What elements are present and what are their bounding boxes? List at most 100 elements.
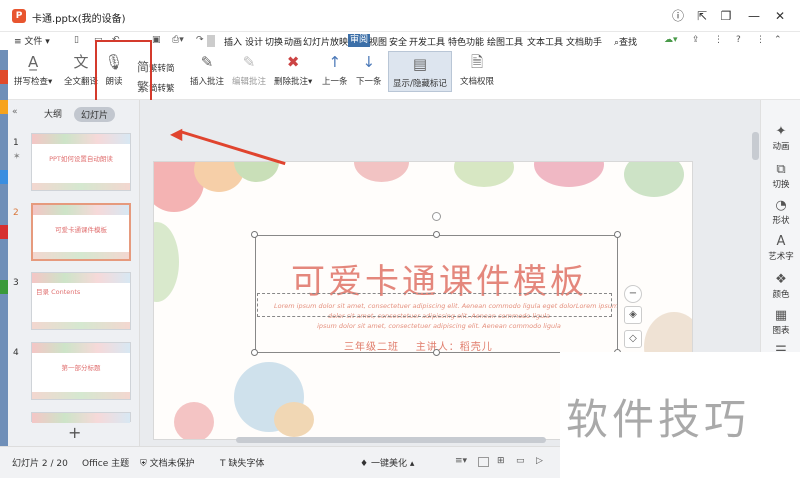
tab-doc-assistant[interactable]: 文档助手 [566,35,602,48]
wordart-icon: A [776,234,786,249]
slide-thumbnail[interactable]: PPT如何设置自动朗读 [31,133,131,191]
thumbnail-flower-border [33,252,129,259]
show-hide-markup-button[interactable]: ▤ 显示/隐藏标记 [388,51,452,92]
selected-textbox-inner[interactable] [257,293,612,317]
fill-icon[interactable]: ◇ [624,330,642,348]
collapse-panel-icon[interactable]: « [12,107,18,117]
redo-icon[interactable]: ↷ [196,35,204,45]
color-label: 颜色 [772,290,790,300]
vertical-scrollbar[interactable] [752,132,759,160]
file-menu[interactable]: ≡ 文件 ▾ [14,34,50,47]
prev-comment-button[interactable]: ↑ 上一条 [322,52,348,87]
tab-text-tools[interactable]: 文本工具 [527,35,563,48]
animation-panel-button[interactable]: ✦ 动画 [761,124,800,152]
collapse-ribbon-icon[interactable]: ⌃ [774,35,782,45]
delete-comment-button[interactable]: ✖ 删除批注▾ [274,52,312,87]
insert-comment-button[interactable]: ✎ 插入批注 [190,52,224,87]
normal-view-icon[interactable] [478,457,489,467]
slide-thumbnail[interactable]: 第一部分标题 [31,342,131,400]
edit-comment-button[interactable]: ✎ 编辑批注 [232,52,266,87]
missing-font-label: 缺失字体 [228,459,265,469]
tab-slideshow[interactable]: 幻灯片放映 [303,35,348,48]
resize-handle[interactable] [251,231,258,238]
minus-icon[interactable]: − [624,285,642,303]
options-icon[interactable]: ⋮ [756,35,765,45]
tab-insert[interactable]: 插入 [224,35,242,48]
transition-panel-button[interactable]: ⧉ 切换 [761,162,800,190]
tab-slides[interactable]: 幻灯片 [74,107,116,122]
theme-name[interactable]: Office 主题 [82,456,129,469]
markup-icon: ▤ [412,55,428,73]
tab-animation[interactable]: 动画 [284,35,302,48]
tab-features[interactable]: 特色功能 [448,35,484,48]
close-icon[interactable]: ✕ [772,8,788,24]
slide-thumbnail-panel: « 大纲 幻灯片 1 ✶ PPT如何设置自动朗读 2 可爱卡通课件模板 3 目录… [8,100,140,446]
translate-button[interactable]: 文 全文翻译 [64,52,98,87]
thumbnail-flower-border [32,273,130,283]
tab-security[interactable]: 安全 [389,35,407,48]
permission-icon: 🗎 [470,53,484,71]
restore-icon[interactable]: ❐ [718,8,734,24]
tab-transition[interactable]: 切换 [265,35,283,48]
more-icon[interactable]: ⋮ [714,35,723,45]
slide-thumbnail-partial[interactable] [31,412,131,423]
tab-drawing-tools[interactable]: 绘图工具 [487,35,523,48]
search-button[interactable]: ⌕查找 [614,35,637,48]
spellcheck-button[interactable]: A̲ 拼写检查▾ [14,52,52,87]
flower-decoration [354,162,409,182]
tab-outline[interactable]: 大纲 [44,107,62,120]
thumbnail-flower-border [32,343,130,353]
pin-icon[interactable]: ⇱ [694,8,710,24]
resize-handle[interactable] [433,231,440,238]
beautify-label: 一键美化 [370,459,407,469]
slide-sorter-icon[interactable]: ⊞ [497,456,505,466]
save-icon[interactable]: ▣ [152,35,161,45]
shape-panel-button[interactable]: ◔ 形状 [761,198,800,226]
shape-icon: ◔ [775,198,787,213]
tab-view[interactable]: 视图 [369,35,387,48]
help-icon[interactable]: ? [736,35,741,45]
insert-comment-label: 插入批注 [190,77,225,87]
cloud-sync-icon[interactable]: ☁▾ [664,35,678,45]
layers-icon[interactable]: ◈ [624,306,642,324]
wordart-panel-button[interactable]: A 艺术字 [761,234,800,262]
doc-protect-status[interactable]: ⛨ 文档未保护 [140,456,195,469]
color-panel-button[interactable]: ❖ 颜色 [761,272,800,300]
desktop-icon [0,225,8,239]
missing-font-button[interactable]: T 缺失字体 [220,456,264,469]
horizontal-scrollbar[interactable] [236,437,546,443]
slideshow-icon[interactable]: ▷ [536,456,543,466]
next-comment-button[interactable]: ↓ 下一条 [356,52,382,87]
tab-developer[interactable]: 开发工具 [409,35,445,48]
animation-icon: ✦ [775,124,787,139]
chart-panel-button[interactable]: ▦ 图表 [761,308,800,336]
beautify-icon: ♦ [360,459,369,469]
notes-icon[interactable]: ≡▾ [455,456,467,466]
tab-design[interactable]: 设计 [245,35,263,48]
rotate-handle[interactable] [432,212,441,221]
resize-handle[interactable] [614,231,621,238]
reading-view-icon[interactable]: ▭ [516,456,525,466]
slide-number: 2 [13,208,19,218]
new-icon[interactable]: ▯ [74,35,79,45]
resize-handle[interactable] [251,349,258,356]
tab-review[interactable]: 审阅 [348,34,371,47]
beautify-button[interactable]: ♦ 一键美化 ▴ [360,456,414,469]
add-slide-button[interactable]: + [68,423,81,442]
slide-thumbnail-selected[interactable]: 可爱卡通课件模板 [31,203,131,261]
delete-comment-label: 删除批注 [274,77,309,87]
shield-icon: ⛨ [140,459,147,469]
doc-permission-button[interactable]: 🗎 文档权限 [460,52,494,87]
panel-tabs: « 大纲 幻灯片 [8,100,140,126]
minimize-icon[interactable]: — [746,8,762,24]
next-comment-label: 下一条 [356,77,382,87]
slide-thumbnail[interactable]: 目录 Contents [31,272,131,330]
animation-label: 动画 [772,142,790,152]
info-icon[interactable]: ⓘ [670,8,686,24]
print-icon[interactable]: ⎙▾ [172,35,184,45]
show-hide-markup-label: 显示/隐藏标记 [393,79,447,89]
resize-handle[interactable] [433,349,440,356]
share-icon[interactable]: ⇪ [692,35,700,45]
to-simplified-label: 繁转简 [149,64,175,74]
to-traditional-label: 简转繁 [149,84,175,94]
